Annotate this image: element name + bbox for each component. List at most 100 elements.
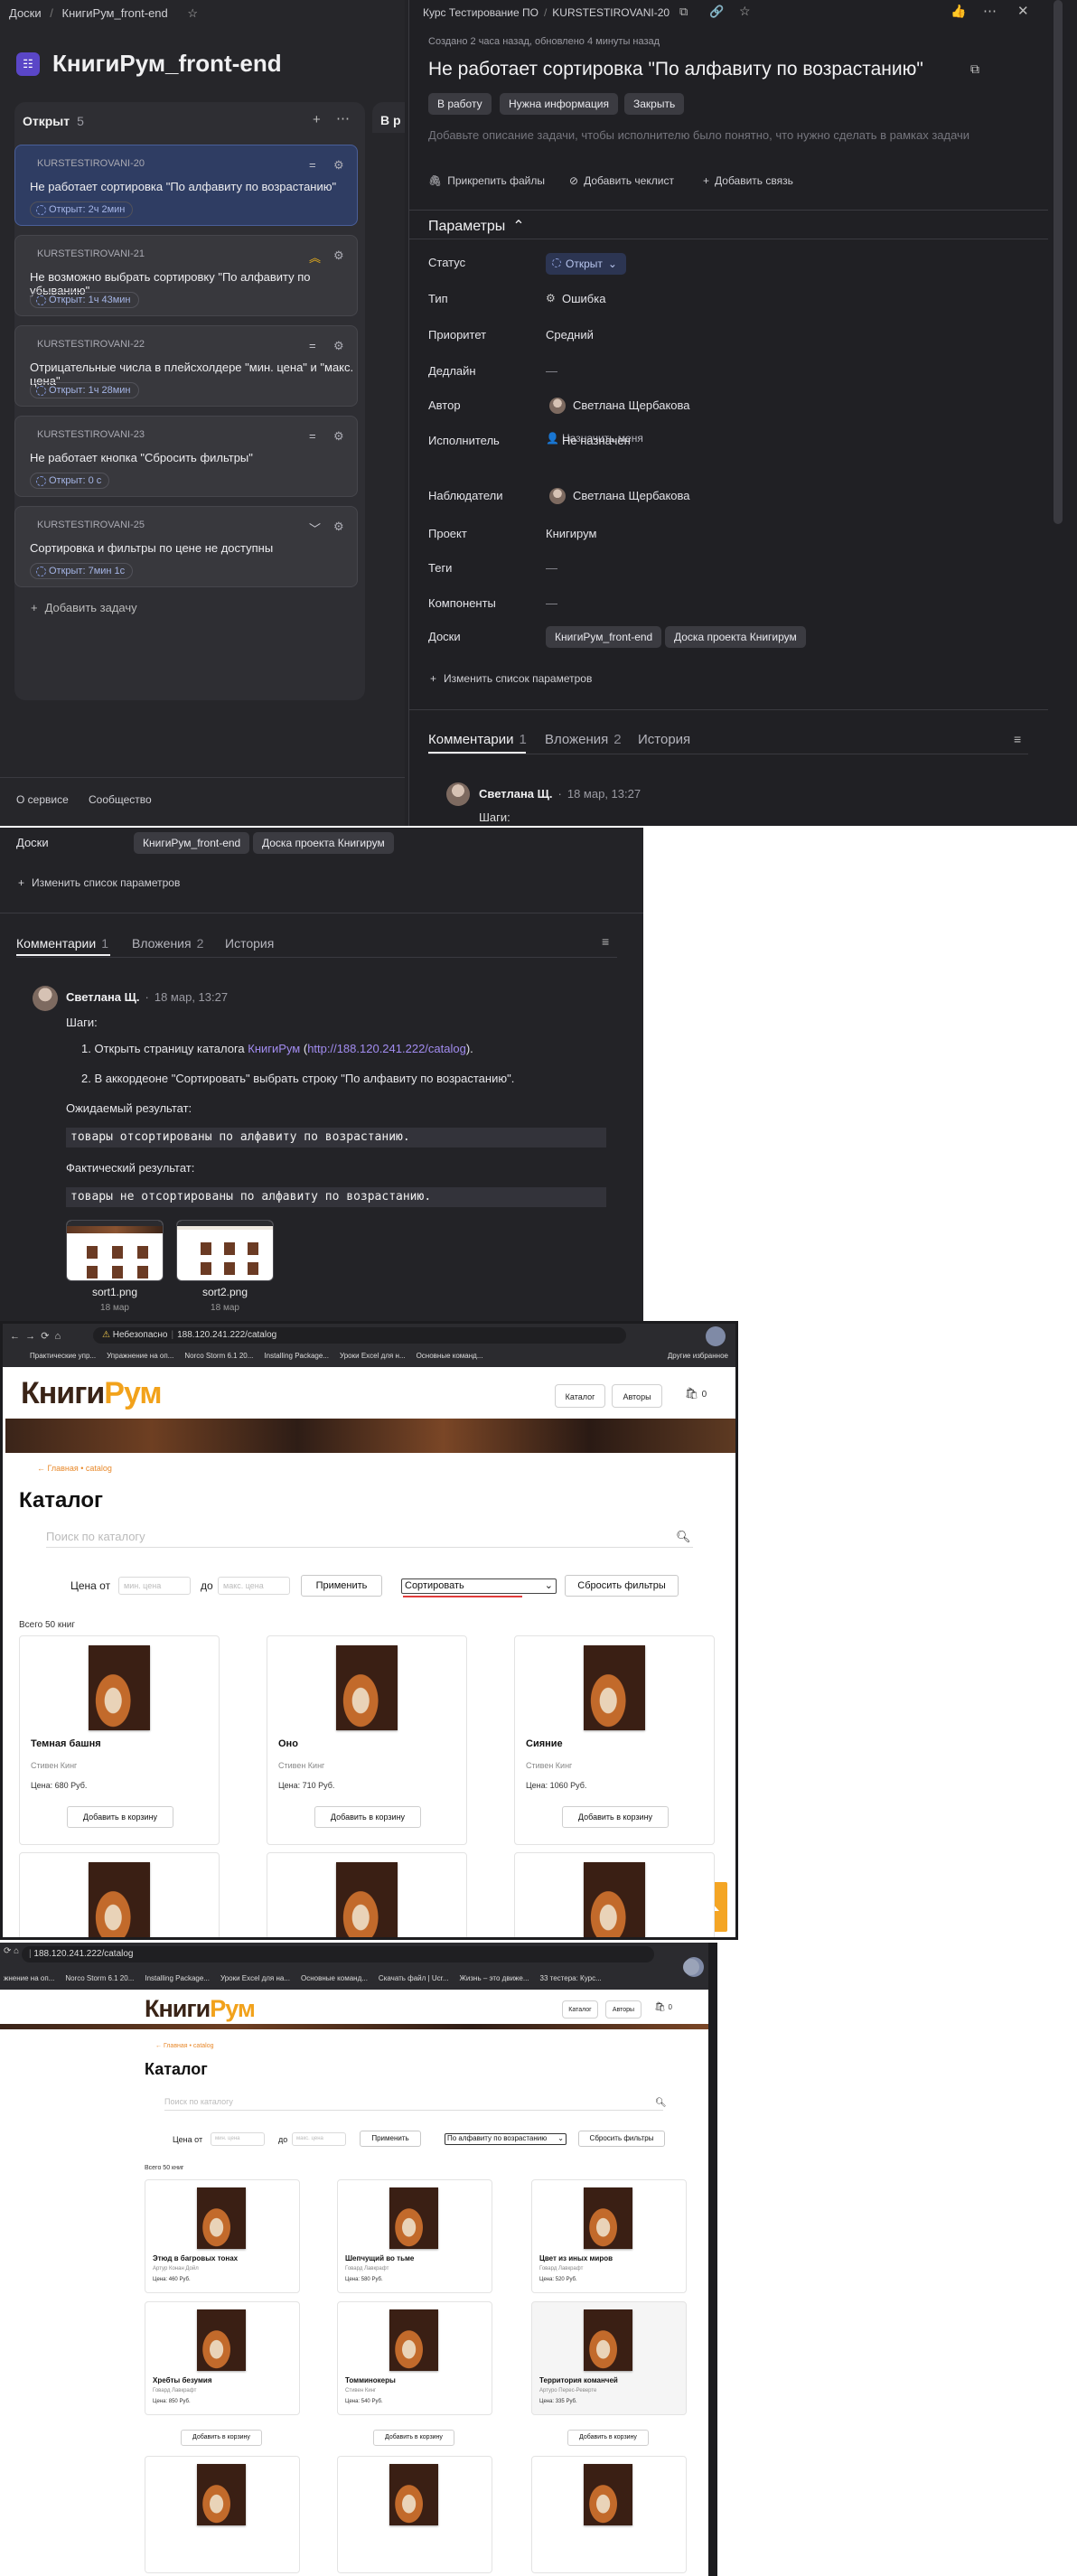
params-toggle[interactable]: Параметры ⌃ [428,217,525,235]
scrollbar[interactable] [1054,0,1063,524]
task-title[interactable]: Сортировка и фильтры по цене не доступны [30,541,273,555]
attachment-name-2[interactable]: sort2.png [176,1286,274,1298]
issue-breadcrumb-queue[interactable]: Курс Тестирование ПО [423,6,538,19]
profile-avatar[interactable] [706,1326,726,1346]
tab-history[interactable]: История [638,732,690,747]
bookmark-item[interactable]: Уроки Excel для на... [220,1970,290,1988]
footer-about-link[interactable]: О сервисе [16,793,69,806]
book-cover[interactable] [89,1862,150,1937]
tab-attachments[interactable]: Вложения 2 [132,936,203,951]
tab-history[interactable]: История [225,936,274,951]
book-cover[interactable] [336,1862,398,1937]
bookmark-item[interactable]: Installing Package... [264,1347,329,1365]
need-info-button[interactable]: Нужна информация [500,93,619,115]
book-title[interactable]: Этюд в багровых тонах [153,2254,238,2262]
sort-select[interactable]: Сортировать ⌄ [401,1578,557,1594]
copy-icon[interactable]: ⧉ [679,5,688,19]
page-breadcrumb[interactable]: ← Главная • catalog [37,1464,112,1473]
task-key[interactable]: KURSTESTIROVANI-23 [37,429,145,440]
book-cover[interactable] [89,1645,150,1730]
add-checklist-button[interactable]: ⊘ Добавить чеклист [569,174,674,187]
to-work-button[interactable]: В работу [428,93,492,115]
attachment-thumb-1[interactable] [66,1220,164,1281]
bookmark-item[interactable]: Упражнение на оп... [107,1347,173,1365]
status-dropdown[interactable]: Открыт ⌄ [546,253,626,275]
param-value[interactable]: Светлана Щербакова [573,489,690,502]
add-icon[interactable]: + [313,112,321,127]
breadcrumb-boards[interactable]: Доски [9,6,42,20]
book-cover[interactable] [584,1862,645,1937]
param-value[interactable]: Книгирум [546,527,596,540]
site-logo[interactable]: КнигиРум [145,1995,256,2023]
task-title[interactable]: Не работает кнопка "Сбросить фильтры" [30,451,253,464]
attachment-thumb-2[interactable] [176,1220,274,1281]
bookmark-item[interactable]: Уроки Excel для н... [340,1347,406,1365]
more-icon[interactable]: ⋯ [983,3,997,19]
footer-community-link[interactable]: Сообщество [89,793,152,806]
max-price-input[interactable]: макс. цена [218,1577,290,1595]
tab-attachments[interactable]: Вложения 2 [545,732,622,747]
book-title[interactable]: Территория команчей [539,2376,618,2384]
task-key[interactable]: KURSTESTIROVANI-22 [37,339,145,350]
kniginum-link[interactable]: КнигиРум [248,1042,300,1055]
tab-comments[interactable]: Комментарии 1 [428,732,527,747]
address-bar[interactable]: | 188.120.241.222/catalog [22,1946,654,1962]
add-to-cart-button[interactable]: Добавить в корзину [67,1806,173,1828]
task-title[interactable]: Не работает сортировка "По алфавиту по в… [30,180,336,193]
nav-catalog[interactable]: Каталог [555,1384,605,1408]
book-cover[interactable] [389,2187,438,2249]
close-issue-button[interactable]: Закрыть [624,93,685,115]
nav-authors[interactable]: Авторы [612,1384,662,1408]
book-cover[interactable] [584,1645,645,1730]
param-value[interactable]: Средний [546,328,594,342]
change-params-button[interactable]: + Изменить список параметров [430,672,592,685]
task-card[interactable]: KURSTESTIROVANI-20 Не работает сортировка… [14,145,358,226]
task-card[interactable]: KURSTESTIROVANI-25 Сортировка и фильтры п… [14,506,358,587]
cart-icon[interactable]: 🛍 0 [654,2002,672,2012]
book-cover[interactable] [197,2187,246,2249]
tab-comments[interactable]: Комментарии 1 [16,936,108,951]
apply-button[interactable]: Применить [301,1575,382,1597]
attach-files-button[interactable]: 🖇 Прикрепить файлы [428,174,545,187]
board-chip-frontend[interactable]: КнигиРум_front-end [546,626,662,648]
page-breadcrumb[interactable]: ← Главная • catalog [155,2043,214,2049]
task-card[interactable]: KURSTESTIROVANI-21 Не возможно выбрать со… [14,235,358,316]
book-title[interactable]: Томминокеры [345,2376,396,2384]
book-author[interactable]: Говард Лавкрафт [539,2266,583,2272]
catalog-url-link[interactable]: http://188.120.241.222/catalog [307,1042,466,1055]
task-key[interactable]: KURSTESTIROVANI-20 [37,158,145,169]
bookmark-item[interactable]: Installing Package... [145,1970,210,1988]
task-key[interactable]: KURSTESTIROVANI-21 [37,248,145,259]
book-title[interactable]: Темная башня [31,1738,101,1749]
book-author[interactable]: Стивен Кинг [278,1761,324,1770]
sort-icon[interactable]: ≡ [1014,732,1021,746]
add-to-cart-button[interactable]: Добавить в корзину [181,2430,262,2446]
task-key[interactable]: KURSTESTIROVANI-25 [37,520,145,530]
book-cover[interactable] [336,1645,398,1730]
task-card[interactable]: KURSTESTIROVANI-22 Отрицательные числа в … [14,325,358,407]
bookmark-item[interactable]: Основные команд... [417,1347,483,1365]
bookmark-item[interactable]: Основные команд... [301,1970,368,1988]
max-price-input[interactable]: макс. цена [292,2132,346,2146]
book-title[interactable]: Сияние [526,1738,563,1749]
nav-buttons[interactable]: ⟳ ⌂ [4,1946,19,1956]
reset-filters-button[interactable]: Сбросить фильтры [578,2131,665,2147]
reset-filters-button[interactable]: Сбросить фильтры [565,1575,679,1597]
column-in-progress[interactable]: В р [372,102,405,133]
like-icon[interactable]: 👍 [951,4,966,19]
nav-authors[interactable]: Авторы [605,2000,642,2019]
close-icon[interactable]: ✕ [1017,3,1029,19]
book-author[interactable]: Говард Лавкрафт [345,2266,389,2272]
bookmark-item[interactable]: жнение на оп... [4,1970,54,1988]
book-cover[interactable] [389,2309,438,2371]
sort-select[interactable]: По алфавиту по возрастанию ⌄ [445,2133,567,2145]
bookmark-item[interactable]: Жизнь – это движе... [460,1970,529,1988]
book-cover[interactable] [197,2309,246,2371]
address-bar[interactable]: ⚠ Небезопасно | 188.120.241.222/catalog [93,1327,626,1344]
sort-icon[interactable]: ≡ [602,934,609,949]
nav-catalog[interactable]: Каталог [562,2000,598,2019]
apply-button[interactable]: Применить [360,2131,421,2147]
board-chip-frontend[interactable]: КнигиРум_front-end [134,832,250,854]
change-params-button[interactable]: + Изменить список параметров [18,876,180,889]
param-value[interactable]: Светлана Щербакова [573,398,690,412]
